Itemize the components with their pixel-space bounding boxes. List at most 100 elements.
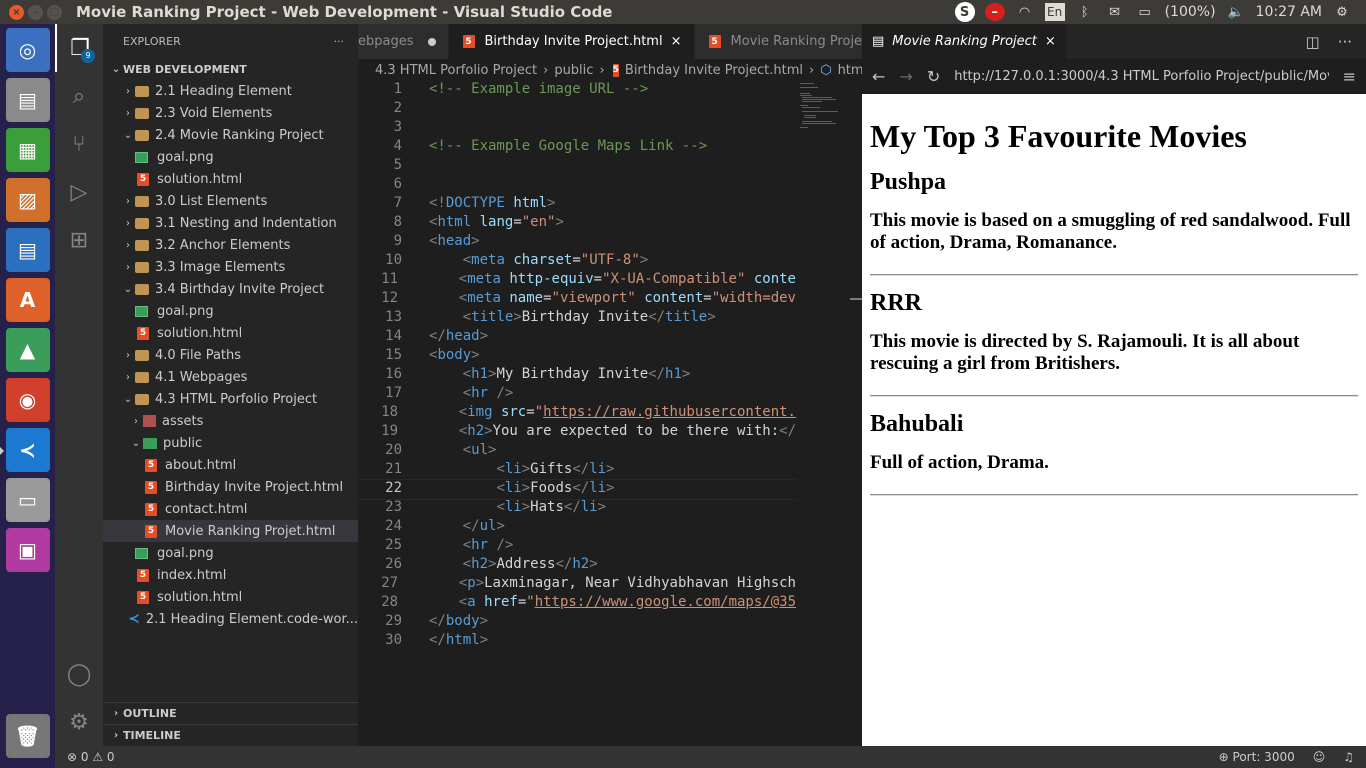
breadcrumb-item[interactable]: Birthday Invite Project.html <box>625 63 803 78</box>
chrome-icon[interactable]: ◉ <box>5 378 50 422</box>
forward-arrow-icon[interactable]: → <box>899 67 912 86</box>
tree-row[interactable]: ≺ 2.1 Heading Element.code-wor... <box>103 608 358 630</box>
tree-row[interactable]: 5 Birthday Invite Project.html <box>103 476 358 498</box>
editor-tab-label: Movie Ranking Projet.h <box>730 34 863 49</box>
tree-row[interactable]: goal.png <box>103 146 358 168</box>
editor-scroll-indicator[interactable] <box>850 298 862 300</box>
tree-row[interactable]: › 4.0 File Paths <box>103 344 358 366</box>
editor-tab[interactable]: 5 Birthday Invite Project.html × <box>448 24 695 59</box>
android-studio-icon[interactable]: ▲ <box>5 328 50 372</box>
source-control-icon[interactable]: ⑂ <box>55 120 103 168</box>
tree-row[interactable]: › 3.2 Anchor Elements <box>103 234 358 256</box>
code-line: 9 <head> <box>358 233 796 252</box>
tree-row[interactable]: 5 about.html <box>103 454 358 476</box>
code-token: > <box>606 461 615 477</box>
explorer-icon[interactable]: ❐ 9 <box>55 24 103 72</box>
presentation-icon[interactable]: ▨ <box>5 178 50 222</box>
preview-tab-close-icon[interactable]: × <box>1045 34 1056 49</box>
port-indicator[interactable]: ⊕ Port: 3000 <box>1219 750 1295 764</box>
files-icon[interactable]: ▤ <box>5 78 50 122</box>
tree-row[interactable]: 5 index.html <box>103 564 358 586</box>
tree-row[interactable]: 5 solution.html <box>103 168 358 190</box>
tree-row[interactable]: › 3.1 Nesting and Indentation <box>103 212 358 234</box>
manage-gear-icon[interactable]: ⚙ <box>55 698 103 746</box>
tree-row[interactable]: 5 contact.html <box>103 498 358 520</box>
tree-row[interactable]: › assets <box>103 410 358 432</box>
breadcrumb-item[interactable]: html <box>838 63 862 78</box>
preview-tab[interactable]: ▤ Movie Ranking Project × <box>862 24 1066 59</box>
minimap[interactable] <box>796 81 856 131</box>
editor-tab[interactable]: 5 Movie Ranking Projet.h <box>694 24 863 59</box>
explorer-more-button[interactable]: ··· <box>334 35 345 48</box>
run-debug-icon[interactable]: ▷ <box>55 168 103 216</box>
tree-row[interactable]: › 3.0 List Elements <box>103 190 358 212</box>
feedback-icon[interactable]: ☺ <box>1313 750 1326 764</box>
tree-row[interactable]: › 3.3 Image Elements <box>103 256 358 278</box>
software-center-icon[interactable]: A <box>5 278 50 322</box>
volume-icon[interactable]: 🔈 <box>1226 3 1246 21</box>
power-gear-icon[interactable]: ⚙ <box>1332 3 1352 21</box>
battery-icon[interactable]: ▭ <box>1135 3 1155 21</box>
tree-item-label: 4.3 HTML Porfolio Project <box>155 391 318 407</box>
line-number: 2 <box>393 100 402 116</box>
accounts-icon[interactable]: ◯ <box>55 650 103 698</box>
tree-row[interactable]: 5 solution.html <box>103 586 358 608</box>
tree-row[interactable]: ⌄ 3.4 Birthday Invite Project <box>103 278 358 300</box>
bluetooth-icon[interactable]: ᛒ <box>1075 3 1095 21</box>
workspace-icon[interactable]: ▣ <box>5 528 50 572</box>
back-arrow-icon[interactable]: ← <box>872 67 885 86</box>
mail-icon[interactable]: ✉ <box>1105 3 1125 21</box>
code-token: > <box>513 309 522 325</box>
code-line: 26 <h2>Address</h2> <box>358 556 796 575</box>
split-editor-icon[interactable]: ◫ <box>1306 33 1320 51</box>
tree-row[interactable]: ⌄ 2.4 Movie Ranking Project <box>103 124 358 146</box>
notifications-bell-icon[interactable]: ♫ <box>1343 750 1354 764</box>
tree-row[interactable]: goal.png <box>103 542 358 564</box>
code-token: > <box>496 518 505 534</box>
tree-row[interactable]: › 2.3 Void Elements <box>103 102 358 124</box>
breadcrumb-item[interactable]: public <box>554 63 593 78</box>
reload-icon[interactable]: ↻ <box>927 67 940 86</box>
tab-close-icon[interactable]: × <box>671 34 682 49</box>
chevron-down-icon: ⌄ <box>123 393 133 405</box>
preview-url-input[interactable]: http://127.0.0.1:3000/4.3 HTML Porfolio … <box>954 64 1329 89</box>
tree-row[interactable]: 5 Movie Ranking Projet.html <box>103 520 358 542</box>
timeline-section[interactable]: › TIMELINE <box>103 724 358 746</box>
tree-row[interactable]: goal.png <box>103 300 358 322</box>
trash-icon[interactable]: 🗑 <box>5 714 50 758</box>
extensions-icon[interactable]: ⊞ <box>55 216 103 264</box>
writer-icon[interactable]: ▤ <box>5 228 50 272</box>
spreadsheet-icon[interactable]: ▦ <box>5 128 50 172</box>
tree-row[interactable]: › 4.1 Webpages <box>103 366 358 388</box>
keyboard-layout[interactable]: En <box>1044 3 1065 21</box>
wifi-icon[interactable]: ◠ <box>1015 3 1035 21</box>
outline-section[interactable]: › OUTLINE <box>103 702 358 724</box>
code-line: 11 <meta http-equiv="X-UA-Compatible" co… <box>358 271 796 290</box>
drive-icon[interactable]: ▭ <box>5 478 50 522</box>
more-actions-icon[interactable]: ··· <box>1338 33 1352 51</box>
tree-row[interactable]: › 2.1 Heading Element <box>103 80 358 102</box>
code-area[interactable]: 1 <!-- Example image URL --> 2 3 4 <!-- Examp… <box>358 81 796 661</box>
window-close-button[interactable]: × <box>9 4 24 20</box>
editor-tab[interactable]: ebpages <box>358 24 449 59</box>
ubuntu-dash-icon[interactable]: ◎ <box>5 28 50 72</box>
tree-row[interactable]: ⌄ 4.3 HTML Porfolio Project <box>103 388 358 410</box>
tree-row[interactable]: ⌄ public <box>103 432 358 454</box>
tree-row[interactable]: 5 solution.html <box>103 322 358 344</box>
image-file-icon <box>135 547 148 559</box>
vscode-icon[interactable]: ≺ <box>0 428 50 472</box>
breadcrumb-item[interactable]: 4.3 HTML Porfolio Project <box>375 63 537 78</box>
skype-icon[interactable]: S <box>954 2 975 22</box>
problems-indicator[interactable]: ⊗ 0 ⚠ 0 <box>67 750 115 764</box>
workspace-section[interactable]: ⌄ WEB DEVELOPMENT <box>103 58 358 80</box>
window-maximize-button[interactable]: □ <box>47 4 62 20</box>
no-entry-icon[interactable]: – <box>984 3 1005 21</box>
explorer-badge: 9 <box>81 49 95 63</box>
window-minimize-button[interactable]: – <box>28 4 43 20</box>
line-content: <h2>You are expected to be there with:</ <box>398 423 796 442</box>
line-content: <li>Hats</li> <box>402 499 606 518</box>
menu-icon[interactable]: ≡ <box>1343 67 1356 86</box>
search-icon[interactable]: ⌕ <box>55 72 103 120</box>
clock[interactable]: 10:27 AM <box>1256 4 1322 20</box>
